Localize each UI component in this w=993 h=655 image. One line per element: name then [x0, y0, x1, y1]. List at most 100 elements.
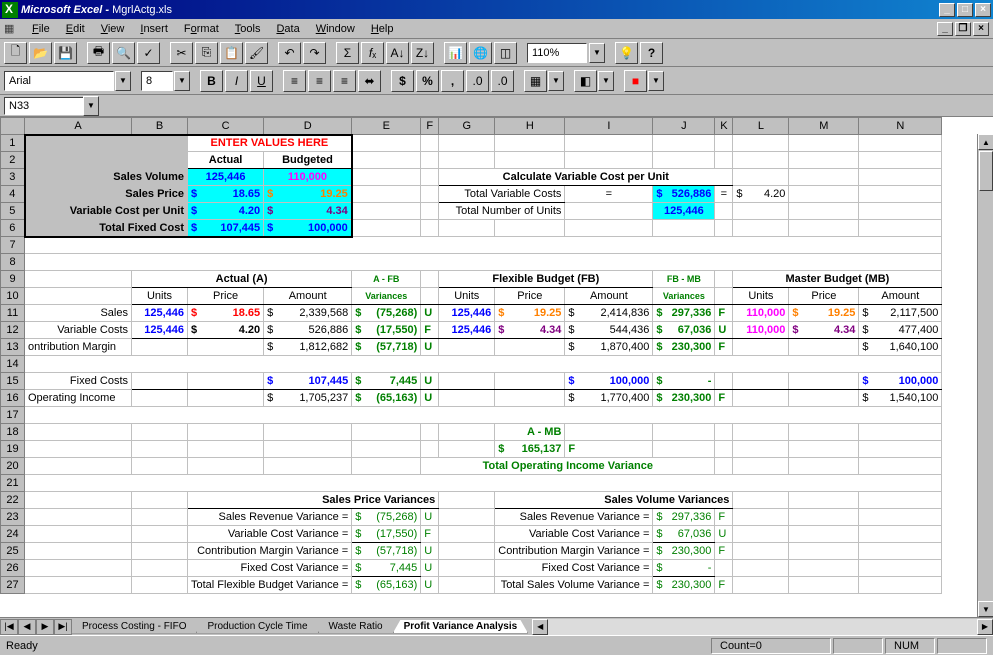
copy-button[interactable]: ⎘: [195, 42, 218, 64]
cell[interactable]: Price: [495, 288, 565, 305]
borders-dropdown[interactable]: ▼: [548, 71, 564, 91]
cell[interactable]: $19.25: [495, 305, 565, 322]
col-header[interactable]: I: [565, 118, 653, 135]
help-button[interactable]: ?: [640, 42, 663, 64]
row-header[interactable]: 13: [1, 339, 25, 356]
sheet-tab[interactable]: Process Costing - FIFO: [71, 620, 197, 634]
print-button[interactable]: 🖶: [87, 42, 110, 64]
percent-button[interactable]: %: [416, 70, 439, 92]
cell[interactable]: $7,445: [352, 560, 421, 577]
cell[interactable]: Contribution Margin Variance =: [188, 543, 352, 560]
cell[interactable]: Total Number of Units: [439, 203, 565, 220]
row-header[interactable]: 19: [1, 441, 25, 458]
cell[interactable]: $4.20: [733, 186, 789, 203]
font-size-combo[interactable]: 8: [141, 71, 173, 91]
cell[interactable]: $-: [653, 373, 715, 390]
cell[interactable]: =: [715, 186, 733, 203]
row-header[interactable]: 23: [1, 509, 25, 526]
scroll-down-button[interactable]: ▼: [978, 601, 993, 617]
cell[interactable]: F: [421, 322, 439, 339]
cell[interactable]: $19.25: [264, 186, 352, 203]
doc-minimize-button[interactable]: _: [937, 22, 953, 36]
tab-last-button[interactable]: ▶|: [54, 619, 72, 635]
cell[interactable]: 125,446: [188, 169, 264, 186]
cell[interactable]: A - MB: [495, 424, 565, 441]
merge-button[interactable]: ⬌: [358, 70, 381, 92]
cell[interactable]: $4.20: [188, 203, 264, 220]
cell[interactable]: Total Variable Costs: [439, 186, 565, 203]
row-header[interactable]: 10: [1, 288, 25, 305]
open-button[interactable]: 📂: [29, 42, 52, 64]
paste-button[interactable]: 📋: [220, 42, 243, 64]
cell[interactable]: Master Budget (MB): [733, 271, 942, 288]
cell[interactable]: Total Fixed Cost: [25, 220, 188, 237]
cell[interactable]: [715, 560, 733, 577]
cell[interactable]: Variable Cost Variance =: [495, 526, 653, 543]
cell[interactable]: $526,886: [653, 186, 715, 203]
tab-first-button[interactable]: |◀: [0, 619, 18, 635]
sort-asc-button[interactable]: A↓: [386, 42, 409, 64]
doc-close-button[interactable]: ×: [973, 22, 989, 36]
fill-color-button[interactable]: ◧: [574, 70, 597, 92]
cell[interactable]: ontribution Margin: [25, 339, 132, 356]
cell[interactable]: U: [715, 526, 733, 543]
cell[interactable]: F: [715, 339, 733, 356]
tab-next-button[interactable]: ▶: [36, 619, 54, 635]
increase-decimal-button[interactable]: .0: [466, 70, 489, 92]
fill-dropdown[interactable]: ▼: [598, 71, 614, 91]
row-header[interactable]: 4: [1, 186, 25, 203]
cell[interactable]: $526,886: [264, 322, 352, 339]
row-header[interactable]: 15: [1, 373, 25, 390]
font-size-dropdown[interactable]: ▼: [174, 71, 190, 91]
col-header[interactable]: D: [264, 118, 352, 135]
col-header[interactable]: H: [495, 118, 565, 135]
cell[interactable]: $19.25: [789, 305, 859, 322]
row-header[interactable]: 14: [1, 356, 25, 373]
cell[interactable]: $67,036: [653, 526, 715, 543]
cell[interactable]: $230,300: [653, 390, 715, 407]
cell[interactable]: F: [715, 509, 733, 526]
cell[interactable]: Total Operating Income Variance: [421, 458, 715, 475]
cell[interactable]: $4.34: [264, 203, 352, 220]
scroll-right-button[interactable]: ▶: [977, 619, 993, 635]
drawing-button[interactable]: ◫: [494, 42, 517, 64]
row-header[interactable]: 6: [1, 220, 25, 237]
col-header[interactable]: C: [188, 118, 264, 135]
cell[interactable]: Variable Cost per Unit: [25, 203, 188, 220]
cell[interactable]: Actual (A): [132, 271, 352, 288]
cell[interactable]: $1,870,400: [565, 339, 653, 356]
cell[interactable]: Total Sales Volume Variance =: [495, 577, 653, 594]
row-header[interactable]: 16: [1, 390, 25, 407]
cell[interactable]: Operating Income: [25, 390, 132, 407]
redo-button[interactable]: ↷: [303, 42, 326, 64]
cell[interactable]: U: [421, 390, 439, 407]
format-painter-button[interactable]: 🖌: [245, 42, 268, 64]
zoom-dropdown[interactable]: ▼: [589, 43, 605, 63]
vertical-scrollbar[interactable]: ▲ ▼: [977, 134, 993, 617]
cell[interactable]: 125,446: [132, 322, 188, 339]
cell[interactable]: $297,336: [653, 509, 715, 526]
col-header[interactable]: G: [439, 118, 495, 135]
row-header[interactable]: 11: [1, 305, 25, 322]
cell[interactable]: Amount: [859, 288, 942, 305]
cell[interactable]: F: [715, 577, 733, 594]
cell[interactable]: $1,770,400: [565, 390, 653, 407]
row-header[interactable]: 21: [1, 475, 25, 492]
tip-button[interactable]: 💡: [615, 42, 638, 64]
col-header[interactable]: E: [352, 118, 421, 135]
cell[interactable]: Sales Revenue Variance =: [188, 509, 352, 526]
cell[interactable]: U: [421, 543, 439, 560]
row-header[interactable]: 8: [1, 254, 25, 271]
cell[interactable]: $1,705,237: [264, 390, 352, 407]
menu-window[interactable]: Window: [308, 21, 363, 37]
cell[interactable]: Sales Volume Variances: [495, 492, 733, 509]
cell[interactable]: U: [421, 509, 439, 526]
scroll-up-button[interactable]: ▲: [978, 134, 993, 150]
maximize-button[interactable]: □: [957, 3, 973, 17]
menu-view[interactable]: View: [93, 21, 133, 37]
row-header[interactable]: 27: [1, 577, 25, 594]
align-center-button[interactable]: ≡: [308, 70, 331, 92]
new-button[interactable]: 🗋: [4, 42, 27, 64]
cell[interactable]: Sales: [25, 305, 132, 322]
cell[interactable]: $67,036: [653, 322, 715, 339]
